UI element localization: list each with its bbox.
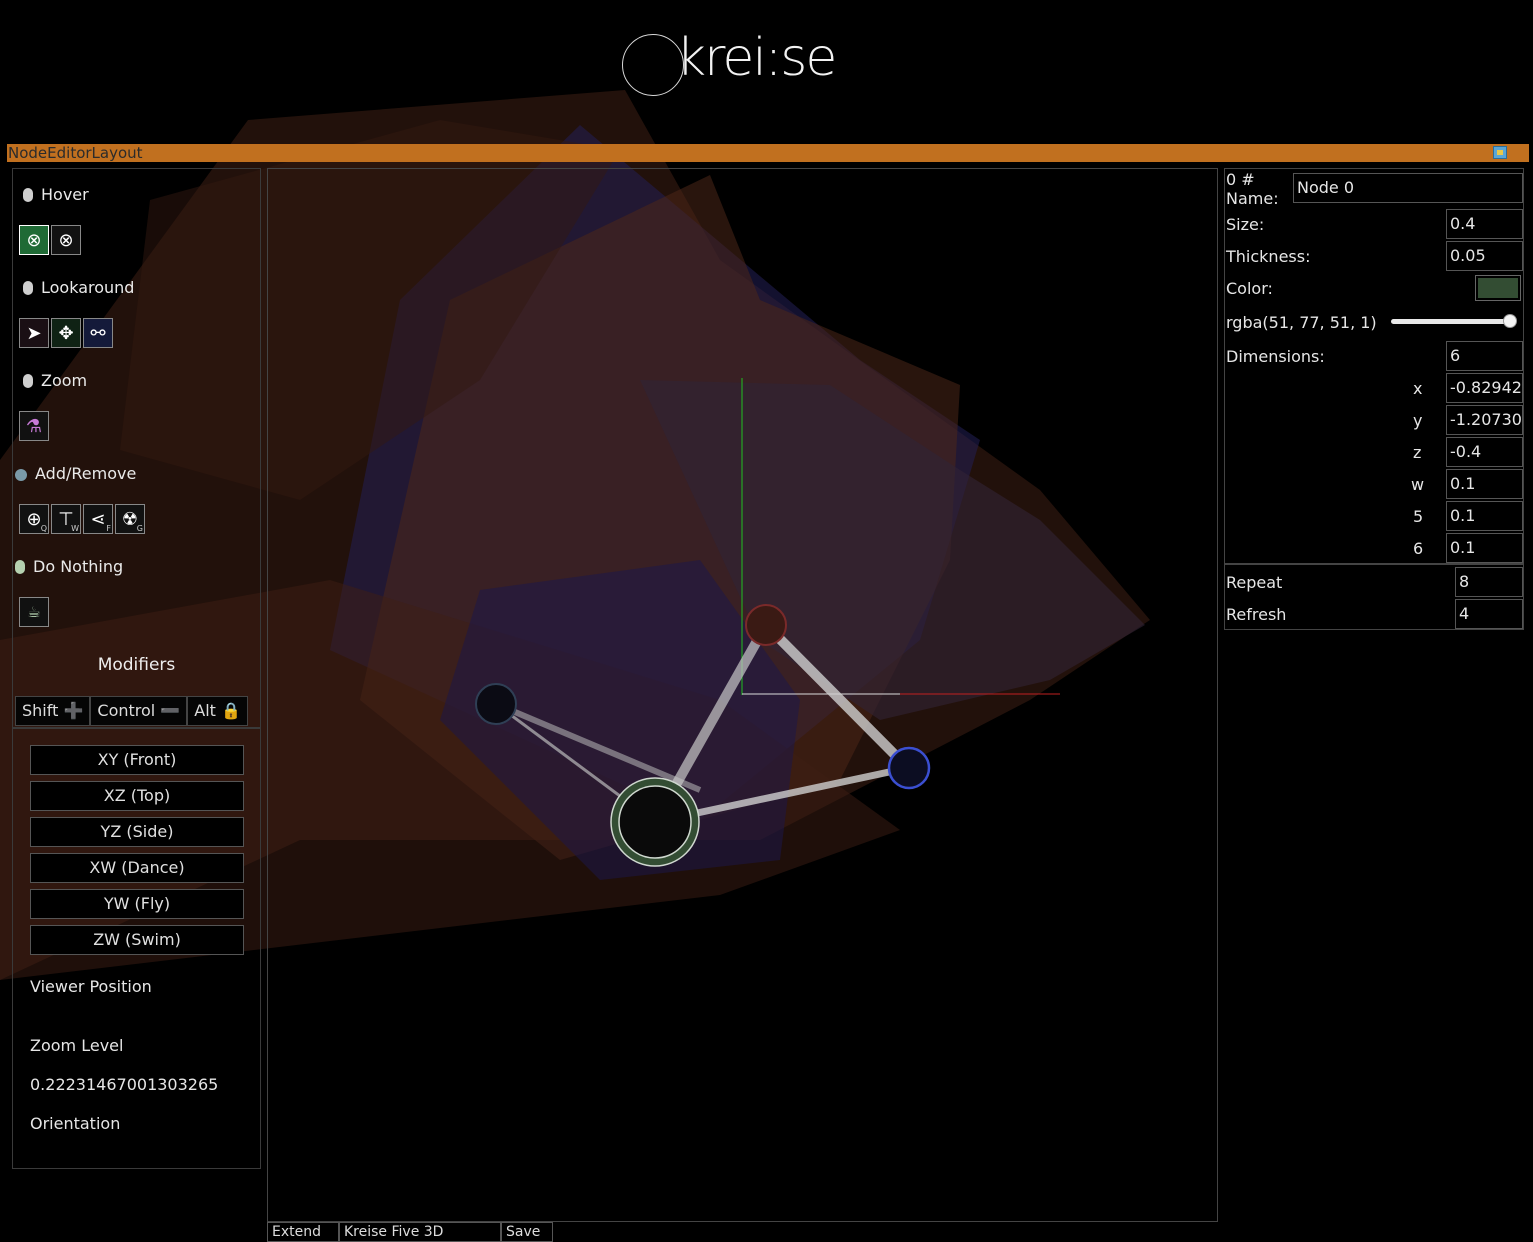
tab-extend[interactable]: Extend bbox=[267, 1222, 339, 1242]
refresh-field[interactable]: 4 bbox=[1455, 599, 1523, 629]
share-nodes-icon[interactable]: ⋖ F bbox=[83, 504, 113, 534]
lifebuoy-icon[interactable]: ⊗ bbox=[19, 225, 49, 255]
name-label: Name: bbox=[1226, 189, 1279, 208]
cup-icon bbox=[15, 560, 25, 574]
minus-icon: ➖ bbox=[160, 701, 181, 720]
coord-y-label: y bbox=[1413, 411, 1423, 430]
logo-ring-icon bbox=[622, 34, 684, 96]
radiation-icon[interactable]: ☢ G bbox=[115, 504, 145, 534]
coord-6-field[interactable]: 0.1 bbox=[1446, 533, 1523, 563]
bubbles-icon bbox=[15, 469, 27, 481]
add-line-icon[interactable]: ⊤ W bbox=[51, 504, 81, 534]
view-yw-button[interactable]: YW (Fly) bbox=[30, 889, 244, 919]
coord-w-field[interactable]: 0.1 bbox=[1446, 469, 1523, 499]
coord-6-label: 6 bbox=[1413, 539, 1424, 558]
app-logo: krei:se bbox=[622, 28, 862, 100]
lookaround-tools: ➤ ✥ ⚯ bbox=[19, 318, 113, 348]
zoom-level-label: Zoom Level bbox=[30, 1036, 124, 1055]
alpha-slider[interactable] bbox=[1391, 314, 1517, 328]
modifier-shift[interactable]: Shift ➕ bbox=[15, 696, 91, 726]
alpha-slider-knob[interactable] bbox=[1503, 314, 1517, 328]
mode-addremove: Add/Remove bbox=[15, 464, 136, 483]
mode-lookaround: Lookaround bbox=[23, 278, 134, 297]
mode-hover-label: Hover bbox=[41, 185, 89, 204]
zoom-tools: ⚗ bbox=[19, 411, 49, 441]
cup-icon[interactable]: ☕ bbox=[19, 597, 49, 627]
node-id-label: 0 # bbox=[1226, 170, 1255, 189]
view-zw-button[interactable]: ZW (Swim) bbox=[30, 925, 244, 955]
plus-icon: ➕ bbox=[63, 701, 84, 720]
view-yz-button[interactable]: YZ (Side) bbox=[30, 817, 244, 847]
view-xy-button[interactable]: XY (Front) bbox=[30, 745, 244, 775]
dimensions-label: Dimensions: bbox=[1226, 347, 1325, 366]
rgba-text: rgba(51, 77, 51, 1) bbox=[1226, 313, 1377, 332]
layout-title: NodeEditorLayout bbox=[8, 144, 143, 162]
node-properties-panel: 0 # Name: Node 0 Size: 0.4 Thickness: 0.… bbox=[1224, 168, 1524, 564]
coord-x-label: x bbox=[1413, 379, 1423, 398]
mode-lookaround-label: Lookaround bbox=[41, 278, 135, 297]
lock-icon: 🔒 bbox=[221, 701, 241, 720]
mode-zoom: Zoom bbox=[23, 371, 87, 390]
coord-x-field[interactable]: -0.829428 bbox=[1446, 373, 1523, 403]
tab-kreise-five-3d[interactable]: Kreise Five 3D bbox=[339, 1222, 501, 1242]
cursor-arrow-icon[interactable]: ➤ bbox=[19, 318, 49, 348]
tool-panel: Hover ⊗ ⊗ Lookaround ➤ ✥ ⚯ Zoom ⚗ Add/Re… bbox=[12, 168, 261, 728]
add-node-icon[interactable]: ⊕ Q bbox=[19, 504, 49, 534]
logo-text: krei:se bbox=[676, 28, 837, 88]
view-xw-button[interactable]: XW (Dance) bbox=[30, 853, 244, 883]
lifebuoy-outline-icon[interactable]: ⊗ bbox=[51, 225, 81, 255]
scene-canvas[interactable] bbox=[267, 168, 1218, 1222]
modifier-control[interactable]: Control ➖ bbox=[90, 696, 188, 726]
thickness-field[interactable]: 0.05 bbox=[1446, 241, 1523, 271]
hover-tools: ⊗ ⊗ bbox=[19, 225, 81, 255]
layout-titlebar: NodeEditorLayout bbox=[7, 144, 1529, 162]
name-field[interactable]: Node 0 bbox=[1293, 173, 1523, 203]
color-label: Color: bbox=[1226, 279, 1273, 298]
view-xz-button[interactable]: XZ (Top) bbox=[30, 781, 244, 811]
modifier-control-label: Control bbox=[97, 701, 156, 720]
dimensions-field[interactable]: 6 bbox=[1446, 341, 1523, 371]
bottom-tabs: Extend Kreise Five 3D Save bbox=[267, 1222, 553, 1242]
move-arrows-icon[interactable]: ✥ bbox=[51, 318, 81, 348]
modifier-alt-label: Alt bbox=[194, 701, 216, 720]
repeat-refresh-panel: Repeat 8 Refresh 4 bbox=[1224, 564, 1524, 630]
thickness-label: Thickness: bbox=[1226, 247, 1311, 266]
mode-addremove-label: Add/Remove bbox=[35, 464, 137, 483]
view-panel: XY (Front) XZ (Top) YZ (Side) XW (Dance)… bbox=[12, 728, 261, 1169]
mode-hover: Hover bbox=[23, 185, 89, 204]
coord-z-label: z bbox=[1413, 443, 1422, 462]
tab-save[interactable]: Save bbox=[501, 1222, 553, 1242]
donothing-tools: ☕ bbox=[19, 597, 49, 627]
repeat-field[interactable]: 8 bbox=[1455, 567, 1523, 597]
viewer-position-label: Viewer Position bbox=[30, 977, 152, 996]
repeat-label: Repeat bbox=[1226, 573, 1283, 592]
modifiers-title: Modifiers bbox=[97, 655, 176, 675]
addremove-tools: ⊕ Q ⊤ W ⋖ F ☢ G bbox=[19, 504, 145, 534]
zoom-level-value: 0.22231467001303265 bbox=[30, 1075, 219, 1094]
modifier-alt[interactable]: Alt 🔒 bbox=[187, 696, 248, 726]
binoculars-icon[interactable]: ⚯ bbox=[83, 318, 113, 348]
mode-zoom-label: Zoom bbox=[41, 371, 88, 390]
orientation-label: Orientation bbox=[30, 1114, 121, 1133]
coord-w-label: w bbox=[1411, 475, 1425, 494]
mouse-icon bbox=[23, 188, 33, 202]
mouse-icon bbox=[23, 281, 33, 295]
coord-z-field[interactable]: -0.4 bbox=[1446, 437, 1523, 467]
color-picker[interactable] bbox=[1475, 275, 1521, 301]
coord-5-label: 5 bbox=[1413, 507, 1424, 526]
refresh-label: Refresh bbox=[1226, 605, 1287, 624]
alpha-slider-track bbox=[1391, 319, 1511, 324]
coord-5-field[interactable]: 0.1 bbox=[1446, 501, 1523, 531]
size-label: Size: bbox=[1226, 215, 1265, 234]
size-field[interactable]: 0.4 bbox=[1446, 209, 1523, 239]
mode-donothing-label: Do Nothing bbox=[33, 557, 124, 576]
modifier-shift-label: Shift bbox=[22, 701, 59, 720]
coord-y-field[interactable]: -1.207306 bbox=[1446, 405, 1523, 435]
microscope-icon[interactable]: ⚗ bbox=[19, 411, 49, 441]
mouse-icon bbox=[23, 374, 33, 388]
mode-donothing: Do Nothing bbox=[15, 557, 123, 576]
picture-icon[interactable] bbox=[1493, 146, 1507, 159]
modifier-row: Shift ➕ Control ➖ Alt 🔒 bbox=[15, 696, 248, 726]
color-swatch bbox=[1478, 278, 1518, 298]
